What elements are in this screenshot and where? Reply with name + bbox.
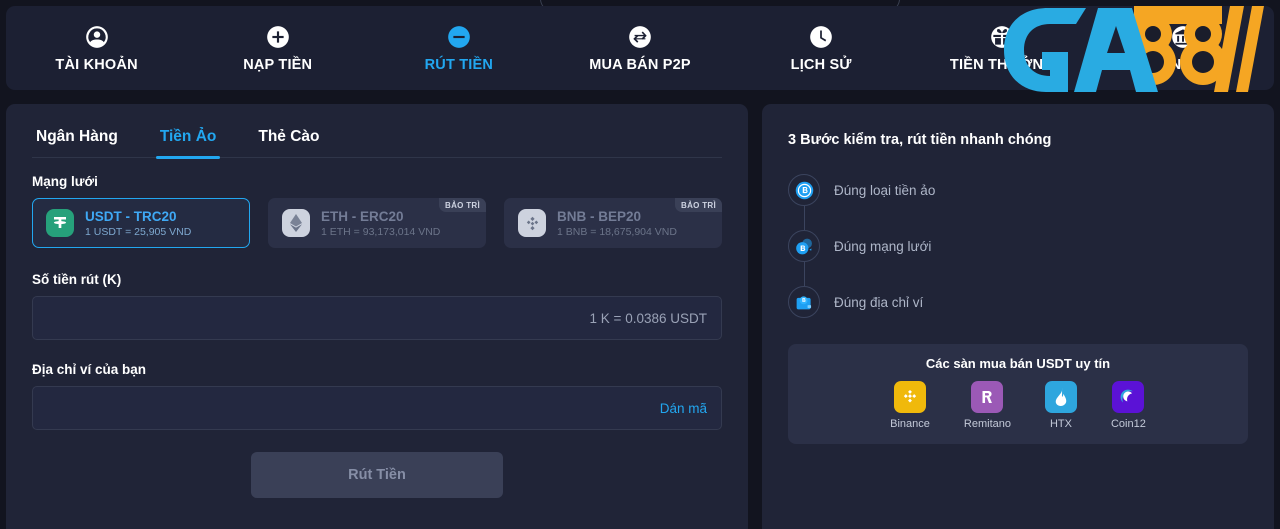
network-label: Mạng lưới: [32, 174, 98, 189]
guide-title: 3 Bước kiểm tra, rút tiền nhanh chóng: [788, 132, 1052, 148]
nav-label: LỊCH SỬ: [790, 56, 852, 73]
nav-item-nap-tien[interactable]: NẠP TIỀN: [187, 6, 368, 90]
network-name: BNB - BEP20: [557, 208, 642, 224]
nav-label: TIỀN THƯỞNG: [949, 56, 1055, 73]
guide-steps: Đúng loại tiền ảo Đúng mạng lưới Đúng đị…: [762, 148, 1274, 330]
tab-ngan-hang[interactable]: Ngân Hàng: [32, 120, 122, 157]
tab-label: Ngân Hàng: [36, 128, 118, 145]
bitcoin-coin-icon: [788, 174, 820, 206]
trusted-exchanges-box: Các sàn mua bán USDT uy tín Binance Remi…: [788, 344, 1248, 444]
wallet-icon: [788, 286, 820, 318]
tab-tien-ao[interactable]: Tiền Ảo: [155, 120, 221, 159]
exchange-item-remitano[interactable]: Remitano: [964, 381, 1011, 430]
nav-item-tai-khoan[interactable]: TÀI KHOẢN: [6, 6, 187, 90]
guide-step-3: Đúng địa chỉ ví: [788, 274, 1274, 330]
nav-label: MUA BÁN P2P: [589, 56, 691, 73]
paste-code-button[interactable]: Dán mã: [660, 401, 707, 416]
trusted-exchanges-list: Binance Remitano HTX Coin12: [788, 381, 1248, 430]
guide-step-1: Đúng loại tiền ảo: [788, 162, 1274, 230]
coins-network-icon: [788, 230, 820, 262]
exchange-name: Binance: [890, 418, 930, 430]
guide-step-2: Đúng mạng lưới: [788, 218, 1274, 286]
exchange-item-htx[interactable]: HTX: [1044, 381, 1077, 430]
exchange-name: HTX: [1049, 418, 1072, 430]
amount-input-wrapper[interactable]: 1 K = 0.0386 USDT: [32, 296, 722, 340]
maintenance-badge: BẢO TRÌ: [675, 198, 722, 212]
bank-icon: [1170, 24, 1196, 50]
clock-icon: [808, 24, 834, 50]
guide-step-label: Đúng địa chỉ ví: [834, 294, 924, 310]
nav-item-rut-tien[interactable]: RÚT TIỀN: [368, 6, 549, 90]
guide-panel: 3 Bước kiểm tra, rút tiền nhanh chóng Đú…: [762, 104, 1274, 529]
network-name: ETH - ERC20: [321, 208, 404, 224]
nav-item-mua-ban-p2p[interactable]: MUA BÁN P2P: [549, 6, 730, 90]
gift-icon: [989, 24, 1015, 50]
binance-chain-icon: [518, 209, 546, 237]
network-option-eth-erc20[interactable]: ETH - ERC20 1 ETH = 93,173,014 VND BẢO T…: [268, 198, 486, 248]
nav-label: TÀI KHOẢN: [55, 56, 138, 73]
network-text: BNB - BEP20 1 BNB = 18,675,904 VND: [557, 209, 677, 238]
tab-the-cao[interactable]: Thẻ Cào: [254, 120, 323, 157]
wallet-address-label: Địa chỉ ví của bạn: [32, 362, 147, 377]
nav-item-ngan-hang[interactable]: NGÂN HÀNG: [1093, 6, 1274, 90]
method-tabs: Ngân Hàng Tiền Ảo Thẻ Cào: [32, 104, 722, 159]
minus-circle-icon: [446, 24, 472, 50]
binance-icon: [894, 381, 927, 413]
nav-label: RÚT TIỀN: [424, 56, 494, 73]
network-options: USDT - TRC20 1 USDT = 25,905 VND ETH - E…: [32, 198, 722, 248]
plus-circle-icon: [265, 24, 291, 50]
network-text: ETH - ERC20 1 ETH = 93,173,014 VND: [321, 209, 440, 238]
network-rate: 1 ETH = 93,173,014 VND: [321, 225, 441, 238]
guide-step-label: Đúng loại tiền ảo: [834, 182, 936, 198]
network-option-usdt-trc20[interactable]: USDT - TRC20 1 USDT = 25,905 VND: [32, 198, 250, 248]
nav-item-lich-su[interactable]: LỊCH SỬ: [731, 6, 912, 90]
amount-label: Số tiền rút (K): [32, 272, 122, 287]
withdraw-panel: Ngân Hàng Tiền Ảo Thẻ Cào Mạng lưới USDT…: [6, 104, 748, 529]
tab-label: Tiền Ảo: [159, 128, 217, 145]
main-navigation: TÀI KHOẢN NẠP TIỀN RÚT TIỀN MUA BÁN P2P …: [6, 6, 1274, 90]
ethereum-icon: [282, 209, 310, 237]
nav-label: NGÂN HÀNG: [1137, 56, 1230, 73]
user-circle-icon: [84, 24, 110, 50]
withdraw-submit-button[interactable]: Rút Tiền: [251, 452, 503, 498]
nav-item-tien-thuong[interactable]: TIỀN THƯỞNG: [912, 6, 1093, 90]
exchange-item-binance[interactable]: Binance: [890, 381, 930, 430]
maintenance-badge: BẢO TRÌ: [439, 198, 486, 212]
exchange-arrows-icon: [627, 24, 653, 50]
tab-label: Thẻ Cào: [258, 128, 320, 145]
amount-conversion-hint: 1 K = 0.0386 USDT: [589, 310, 707, 326]
exchange-name: Coin12: [1110, 418, 1146, 430]
nav-label: NẠP TIỀN: [243, 56, 313, 73]
guide-step-label: Đúng mạng lưới: [834, 238, 932, 254]
network-rate: 1 USDT = 25,905 VND: [85, 225, 192, 238]
wallet-address-input-wrapper[interactable]: Dán mã: [32, 386, 722, 430]
exchange-item-coin12[interactable]: Coin12: [1111, 381, 1146, 430]
withdraw-form: Mạng lưới USDT - TRC20 1 USDT = 25,905 V…: [6, 158, 748, 498]
tether-icon: [46, 209, 74, 237]
network-rate: 1 BNB = 18,675,904 VND: [557, 225, 677, 238]
trusted-exchanges-title: Các sàn mua bán USDT uy tín: [925, 356, 1111, 371]
htx-icon: [1044, 381, 1077, 413]
network-option-bnb-bep20[interactable]: BNB - BEP20 1 BNB = 18,675,904 VND BẢO T…: [504, 198, 722, 248]
network-text: USDT - TRC20 1 USDT = 25,905 VND: [85, 209, 191, 238]
exchange-name: Remitano: [963, 418, 1011, 430]
network-name: USDT - TRC20: [85, 208, 177, 224]
coin12-icon: [1112, 381, 1145, 413]
remitano-icon: [971, 381, 1004, 413]
